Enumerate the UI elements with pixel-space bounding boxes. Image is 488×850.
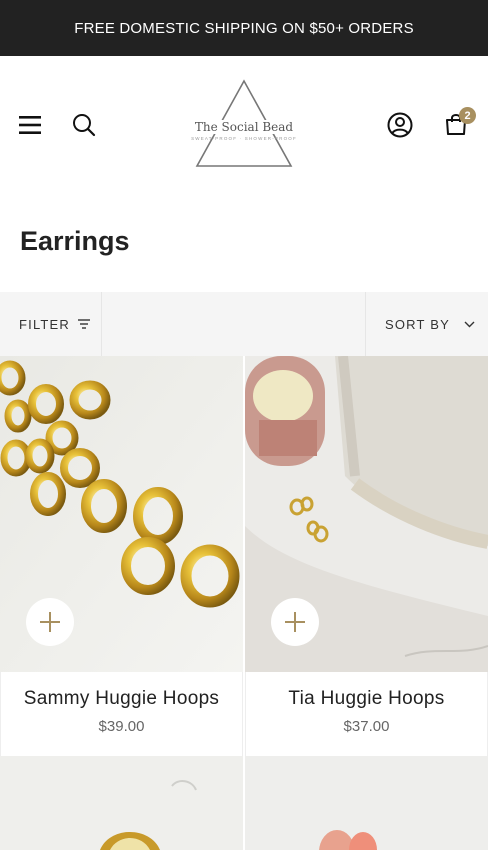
product-name[interactable]: Sammy Huggie Hoops <box>1 688 242 710</box>
sort-label: SORT BY <box>385 316 450 332</box>
collection-toolbar: FILTER SORT BY <box>0 292 488 356</box>
filter-button[interactable]: FILTER <box>0 292 102 356</box>
search-icon <box>73 114 96 137</box>
plus-icon <box>40 612 60 632</box>
product-name[interactable]: Tia Huggie Hoops <box>246 688 487 710</box>
chevron-down-icon <box>464 321 475 327</box>
product-price: $37.00 <box>343 718 390 735</box>
add-to-cart-button[interactable] <box>271 598 319 646</box>
filter-label: FILTER <box>19 316 71 332</box>
product-image-partial[interactable] <box>245 756 488 850</box>
logo-tagline: SWEAT-PROOF · SHOWER-PROOF <box>191 136 297 141</box>
cart-count-badge: 2 <box>459 107 476 124</box>
cart-button[interactable]: 2 <box>436 104 476 144</box>
account-icon <box>387 112 413 138</box>
filter-lines-icon <box>78 319 91 329</box>
product-info: Tia Huggie Hoops $37.00 <box>245 672 488 756</box>
product-image-candle-hat[interactable] <box>245 356 488 672</box>
product-info: Sammy Huggie Hoops $39.00 <box>0 672 243 756</box>
menu-button[interactable] <box>10 105 50 145</box>
account-button[interactable] <box>380 105 420 145</box>
logo[interactable]: The Social Bead SWEAT-PROOF · SHOWER-PRO… <box>172 78 316 174</box>
page-title: Earrings <box>20 226 130 256</box>
search-button[interactable] <box>64 105 104 145</box>
site-header: The Social Bead SWEAT-PROOF · SHOWER-PRO… <box>0 56 488 196</box>
hamburger-icon <box>19 116 41 134</box>
plus-icon <box>285 612 305 632</box>
sort-button[interactable]: SORT BY <box>365 292 488 356</box>
product-price: $39.00 <box>98 718 145 735</box>
announcement-text: FREE DOMESTIC SHIPPING ON $50+ ORDERS <box>74 19 414 37</box>
product-image-gold-hoops[interactable] <box>0 356 243 672</box>
announcement-bar: FREE DOMESTIC SHIPPING ON $50+ ORDERS <box>0 0 488 56</box>
logo-name: The Social Bead <box>172 120 316 134</box>
add-to-cart-button[interactable] <box>26 598 74 646</box>
product-image-partial[interactable] <box>0 756 243 850</box>
